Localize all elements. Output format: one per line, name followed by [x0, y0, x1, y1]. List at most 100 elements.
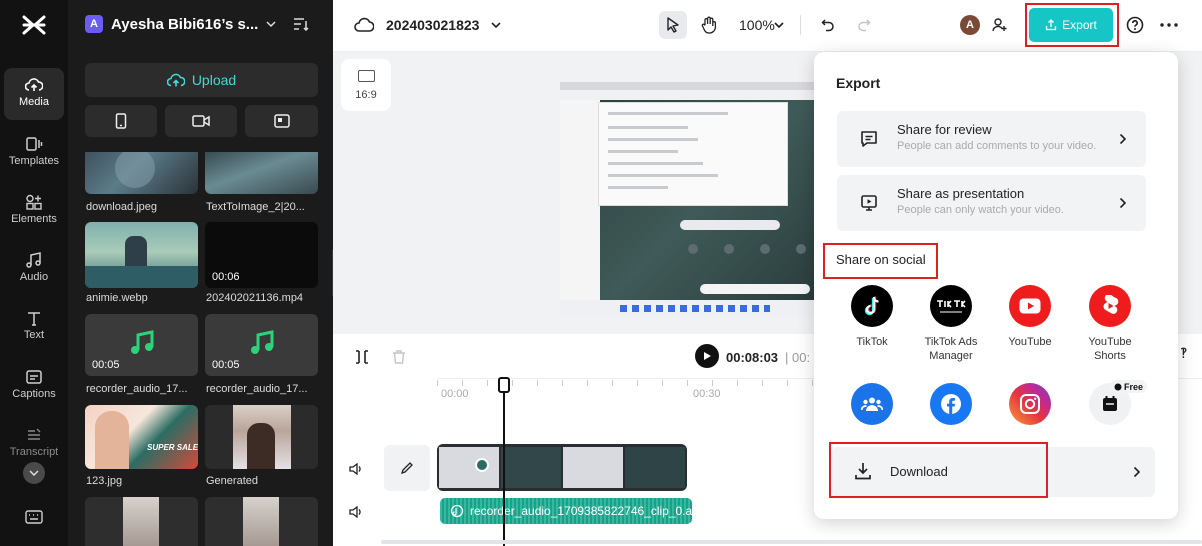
- video-clip[interactable]: [437, 444, 687, 491]
- audio-clip[interactable]: recorder_audio_1709385822746_clip_0.a: [440, 498, 692, 524]
- media-caption: TextToImage_2|20...: [206, 201, 305, 213]
- media-thumb[interactable]: 00:05: [205, 314, 318, 376]
- media-panel: A Ayesha Bibi616’s s... Upload download.: [68, 0, 333, 546]
- download-button[interactable]: Download: [831, 447, 1155, 497]
- trash-icon: [393, 350, 405, 364]
- rail-item-templates[interactable]: Templates: [0, 136, 68, 167]
- duration-badge: 00:05: [92, 359, 120, 371]
- chevron-down-icon[interactable]: [772, 18, 786, 32]
- playhead[interactable]: [503, 378, 505, 546]
- more-icon: [1160, 23, 1178, 27]
- share-as-presentation-button[interactable]: Share as presentation People can only wa…: [837, 175, 1146, 231]
- play-button[interactable]: [695, 344, 719, 368]
- redo-button[interactable]: [853, 14, 875, 36]
- undo-icon: [821, 19, 834, 32]
- split-button[interactable]: [351, 346, 373, 368]
- group-share-button[interactable]: [851, 383, 893, 425]
- rail-item-audio[interactable]: Audio: [0, 252, 68, 283]
- facebook-button[interactable]: [930, 383, 972, 425]
- phone-icon: [115, 113, 127, 129]
- media-caption: 123.jpg: [86, 475, 123, 487]
- add-user-icon: [992, 18, 1007, 32]
- media-caption: download.jpeg: [86, 201, 157, 213]
- cursor-arrow-icon: [667, 17, 679, 33]
- upload-from-phone-button[interactable]: [85, 105, 157, 137]
- invite-collaborator-button[interactable]: [990, 15, 1010, 35]
- share-for-review-button[interactable]: Share for review People can add comments…: [837, 111, 1146, 167]
- export-popup: Export Share for review People can add c…: [814, 52, 1178, 519]
- download-icon: [855, 463, 871, 480]
- youtube-button[interactable]: [1009, 285, 1051, 327]
- divider: [800, 15, 801, 35]
- media-thumb[interactable]: [85, 152, 198, 194]
- play-icon: [704, 352, 711, 360]
- record-video-button[interactable]: [165, 105, 237, 137]
- capcut-logo-icon[interactable]: [18, 12, 50, 38]
- media-thumb[interactable]: [205, 152, 318, 194]
- rail-expand-button[interactable]: [23, 462, 45, 484]
- help-button[interactable]: [1125, 15, 1145, 35]
- aspect-ratio-button[interactable]: 16:9: [341, 59, 391, 111]
- music-note-icon: [26, 252, 41, 268]
- playhead-handle[interactable]: [498, 377, 510, 393]
- delete-button[interactable]: [388, 346, 410, 368]
- edit-track-button[interactable]: [384, 445, 430, 491]
- track-mute-button[interactable]: [347, 460, 365, 478]
- select-tool-button[interactable]: [659, 11, 687, 39]
- rail-item-media[interactable]: Media: [4, 68, 64, 120]
- current-time: 00:08:03: [726, 350, 779, 365]
- rail-item-label: Text: [23, 329, 45, 341]
- workspace-avatar[interactable]: A: [85, 15, 103, 33]
- ruler-tick: 00:00: [441, 388, 469, 400]
- timeline-scrollbar[interactable]: [381, 540, 1202, 544]
- media-thumb[interactable]: [85, 497, 198, 546]
- sort-icon[interactable]: [292, 15, 310, 33]
- calendar-icon: [1103, 396, 1117, 411]
- audio-track-mute-button[interactable]: [347, 503, 365, 521]
- tiktok-ads-manager-label: TikTok Ads Manager: [924, 336, 978, 362]
- free-badge: Free: [1110, 380, 1148, 393]
- music-note-icon: [247, 328, 277, 358]
- user-avatar[interactable]: A: [960, 15, 980, 35]
- rail-item-label: Media: [19, 96, 49, 108]
- rail-item-text[interactable]: Text: [0, 310, 68, 341]
- undo-button[interactable]: [817, 14, 839, 36]
- tiktok-ads-manager-button[interactable]: [930, 285, 972, 327]
- video-preview[interactable]: [560, 82, 816, 317]
- export-button[interactable]: Export: [1029, 8, 1113, 42]
- media-grid: download.jpeg TextToImage_2|20... animie…: [68, 152, 333, 546]
- media-thumb[interactable]: 00:06: [205, 222, 318, 288]
- workspace-name[interactable]: Ayesha Bibi616’s s...: [111, 16, 258, 33]
- speaker-icon: [349, 506, 361, 518]
- media-thumb[interactable]: SUPER SALE!: [85, 405, 198, 469]
- rail-item-elements[interactable]: Elements: [0, 194, 68, 225]
- keyboard-shortcuts-button[interactable]: [22, 506, 46, 528]
- upload-button[interactable]: Upload: [85, 63, 318, 97]
- pencil-icon: [400, 462, 413, 475]
- media-thumb[interactable]: 00:05: [85, 314, 198, 376]
- project-name[interactable]: 202403021823: [386, 17, 479, 33]
- more-options-button[interactable]: [1157, 15, 1181, 35]
- split-icon: [356, 350, 368, 364]
- zoom-level[interactable]: 100%: [739, 17, 775, 33]
- record-screen-button[interactable]: [245, 105, 318, 137]
- tiktok-button[interactable]: [851, 285, 893, 327]
- instagram-icon: [1020, 394, 1040, 414]
- youtube-shorts-button[interactable]: [1089, 285, 1131, 327]
- media-thumb[interactable]: [205, 497, 318, 546]
- media-caption: recorder_audio_17...: [86, 383, 188, 395]
- cloud-sync-icon: [353, 15, 375, 35]
- media-caption: recorder_audio_17...: [206, 383, 308, 395]
- media-thumb[interactable]: [205, 405, 318, 469]
- media-thumb[interactable]: [85, 222, 198, 288]
- tiktok-icon: [864, 296, 879, 316]
- chevron-down-icon[interactable]: [264, 17, 278, 31]
- hand-tool-button[interactable]: [695, 11, 723, 39]
- rail-item-transcript[interactable]: Transcript: [0, 427, 68, 458]
- rail-item-captions[interactable]: Captions: [0, 369, 68, 400]
- download-label: Download: [890, 464, 948, 479]
- youtube-icon: [1019, 298, 1041, 314]
- instagram-button[interactable]: [1009, 383, 1051, 425]
- chevron-right-icon: [1119, 133, 1127, 145]
- chevron-down-icon[interactable]: [489, 18, 503, 32]
